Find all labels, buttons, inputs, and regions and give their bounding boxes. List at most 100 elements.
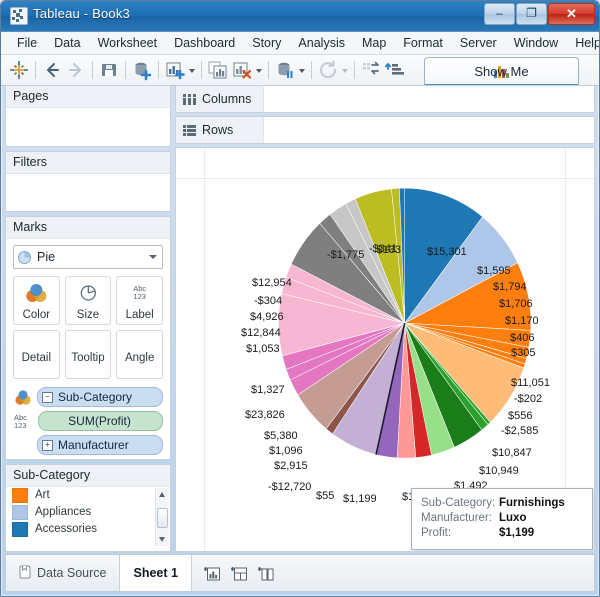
marks-detail-button[interactable]: Detail — [13, 330, 60, 379]
left-pane: Pages Filters Marks Pie — [5, 85, 171, 552]
tooltip-key: Manufacturer: — [421, 511, 499, 526]
menu-item-server[interactable]: Server — [452, 33, 505, 54]
marks-angle-button[interactable]: Angle — [116, 330, 163, 379]
pause-updates-dropdown-caret[interactable] — [297, 58, 307, 82]
pie-slice-label: $1,053 — [246, 343, 280, 355]
menu-item-story[interactable]: Story — [244, 33, 289, 54]
tooltip-row: Manufacturer:Luxo — [421, 511, 583, 526]
menu-item-format[interactable]: Format — [395, 33, 451, 54]
pie-slice-label: $4,926 — [250, 311, 284, 323]
pie-slice-label: $5,380 — [264, 430, 298, 442]
tableau-icon — [10, 7, 28, 25]
marks-card: Marks Pie Color — [5, 216, 171, 460]
size-icon — [66, 283, 111, 303]
menu-item-analysis[interactable]: Analysis — [290, 33, 353, 54]
new-worksheet-icon[interactable] — [163, 58, 187, 82]
legend-scrollbar[interactable] — [155, 488, 169, 546]
new-object-buttons — [192, 555, 287, 591]
marks-tooltip-label: Tooltip — [71, 352, 104, 364]
pill-sub-category[interactable]: − Sub-Category — [37, 387, 163, 407]
legend-label: Accessories — [35, 523, 97, 535]
pie-slice-label: -$341 — [369, 243, 397, 255]
pill-manufacturer[interactable]: + Manufacturer — [37, 435, 163, 455]
visualization-area[interactable]: $133$15,301$1,595$1,794$1,706$1,170$406$… — [175, 147, 595, 552]
menu-item-data[interactable]: Data — [46, 33, 88, 54]
scrollbar-thumb[interactable] — [157, 508, 168, 528]
new-worksheet-icon[interactable] — [204, 566, 221, 581]
menu-item-window[interactable]: Window — [506, 33, 566, 54]
pill-spacer — [13, 437, 33, 454]
clear-sheet-dropdown-caret[interactable] — [254, 58, 264, 82]
clear-sheet-icon[interactable] — [230, 58, 254, 82]
pill-sum-profit[interactable]: SUM(Profit) — [38, 411, 163, 431]
collapse-expander-icon[interactable]: − — [42, 392, 53, 403]
window-title: Tableau - Book3 — [33, 6, 130, 21]
sort-ascending-icon[interactable] — [383, 58, 407, 82]
refresh-dropdown-caret[interactable] — [340, 58, 350, 82]
menu-item-map[interactable]: Map — [354, 33, 394, 54]
toolbar-separator — [311, 61, 312, 79]
main-content: Pages Filters Marks Pie — [5, 85, 595, 552]
color-icon — [14, 283, 59, 303]
rows-shelf[interactable]: Rows — [175, 116, 595, 144]
marks-color-button[interactable]: Color — [13, 276, 60, 325]
menu-item-dashboard[interactable]: Dashboard — [166, 33, 243, 54]
legend-card: Sub-Category ArtAppliancesAccessories — [5, 464, 171, 552]
show-me-label: Show Me — [474, 64, 528, 79]
tab-sheet-1[interactable]: Sheet 1 — [120, 555, 191, 591]
close-button[interactable]: ✕ — [548, 3, 595, 25]
pie-slice-label: $556 — [508, 410, 532, 422]
minimize-button[interactable]: – — [484, 3, 515, 25]
back-arrow-icon[interactable] — [40, 58, 64, 82]
new-dashboard-icon[interactable] — [231, 566, 248, 581]
legend-item[interactable]: Appliances — [6, 504, 170, 521]
scroll-up-icon[interactable] — [156, 488, 169, 501]
title-bar: Tableau - Book3 – ❐ ✕ — [1, 1, 599, 32]
pages-shelf-dropzone[interactable] — [6, 108, 170, 142]
swap-rows-columns-icon[interactable] — [359, 58, 383, 82]
show-me-button[interactable]: Show Me — [424, 57, 579, 85]
columns-shelf-label-area: Columns — [176, 86, 264, 112]
menu-item-file[interactable]: File — [9, 33, 45, 54]
marks-size-label: Size — [77, 309, 99, 321]
tooltip-key: Sub-Category: — [421, 496, 499, 511]
filters-shelf-dropzone[interactable] — [6, 174, 170, 208]
new-worksheet-dropdown-caret[interactable] — [187, 58, 197, 82]
menu-item-worksheet[interactable]: Worksheet — [90, 33, 166, 54]
marks-tooltip-button[interactable]: Tooltip — [65, 330, 112, 379]
save-icon[interactable] — [97, 58, 121, 82]
menu-item-help[interactable]: Help — [567, 33, 600, 54]
scroll-down-icon[interactable] — [156, 533, 169, 546]
minimize-icon: – — [485, 6, 514, 21]
legend-item[interactable]: Accessories — [6, 521, 170, 538]
columns-shelf[interactable]: Columns — [175, 85, 595, 113]
new-story-icon[interactable] — [258, 566, 275, 581]
refresh-icon[interactable] — [316, 58, 340, 82]
toolbar-separator — [92, 61, 93, 79]
expand-expander-icon[interactable]: + — [42, 440, 53, 451]
legend-swatch — [12, 488, 28, 503]
pill-sum-profit-label: SUM(Profit) — [43, 414, 162, 428]
pie-slice-label: -$1,775 — [327, 249, 364, 261]
marks-size-button[interactable]: Size — [65, 276, 112, 325]
legend-item[interactable]: Art — [6, 487, 170, 504]
new-data-source-icon[interactable] — [130, 58, 154, 82]
duplicate-sheet-icon[interactable] — [206, 58, 230, 82]
tab-data-source[interactable]: Data Source — [6, 555, 120, 591]
tooltip-value: Furnishings — [499, 496, 565, 511]
pause-updates-icon[interactable] — [273, 58, 297, 82]
legend-body: ArtAppliances Accessories — [6, 487, 170, 547]
pages-card: Pages — [5, 85, 171, 147]
forward-arrow-icon[interactable] — [64, 58, 88, 82]
mark-type-select[interactable]: Pie — [13, 245, 163, 269]
marks-body: Pie Color — [6, 239, 170, 459]
tableau-window: Tableau - Book3 – ❐ ✕ FileDataWorksheetD… — [0, 0, 600, 597]
legend-swatch — [12, 522, 28, 537]
toolbar-separator — [201, 61, 202, 79]
marks-label-button[interactable]: Abc123 Label — [116, 276, 163, 325]
tooltip-row: Sub-Category:Furnishings — [421, 496, 583, 511]
tableau-logo-icon[interactable] — [7, 58, 31, 82]
marks-detail-label: Detail — [22, 352, 51, 364]
marks-pill-row: − Sub-Category — [13, 387, 163, 407]
maximize-button[interactable]: ❐ — [516, 3, 547, 25]
